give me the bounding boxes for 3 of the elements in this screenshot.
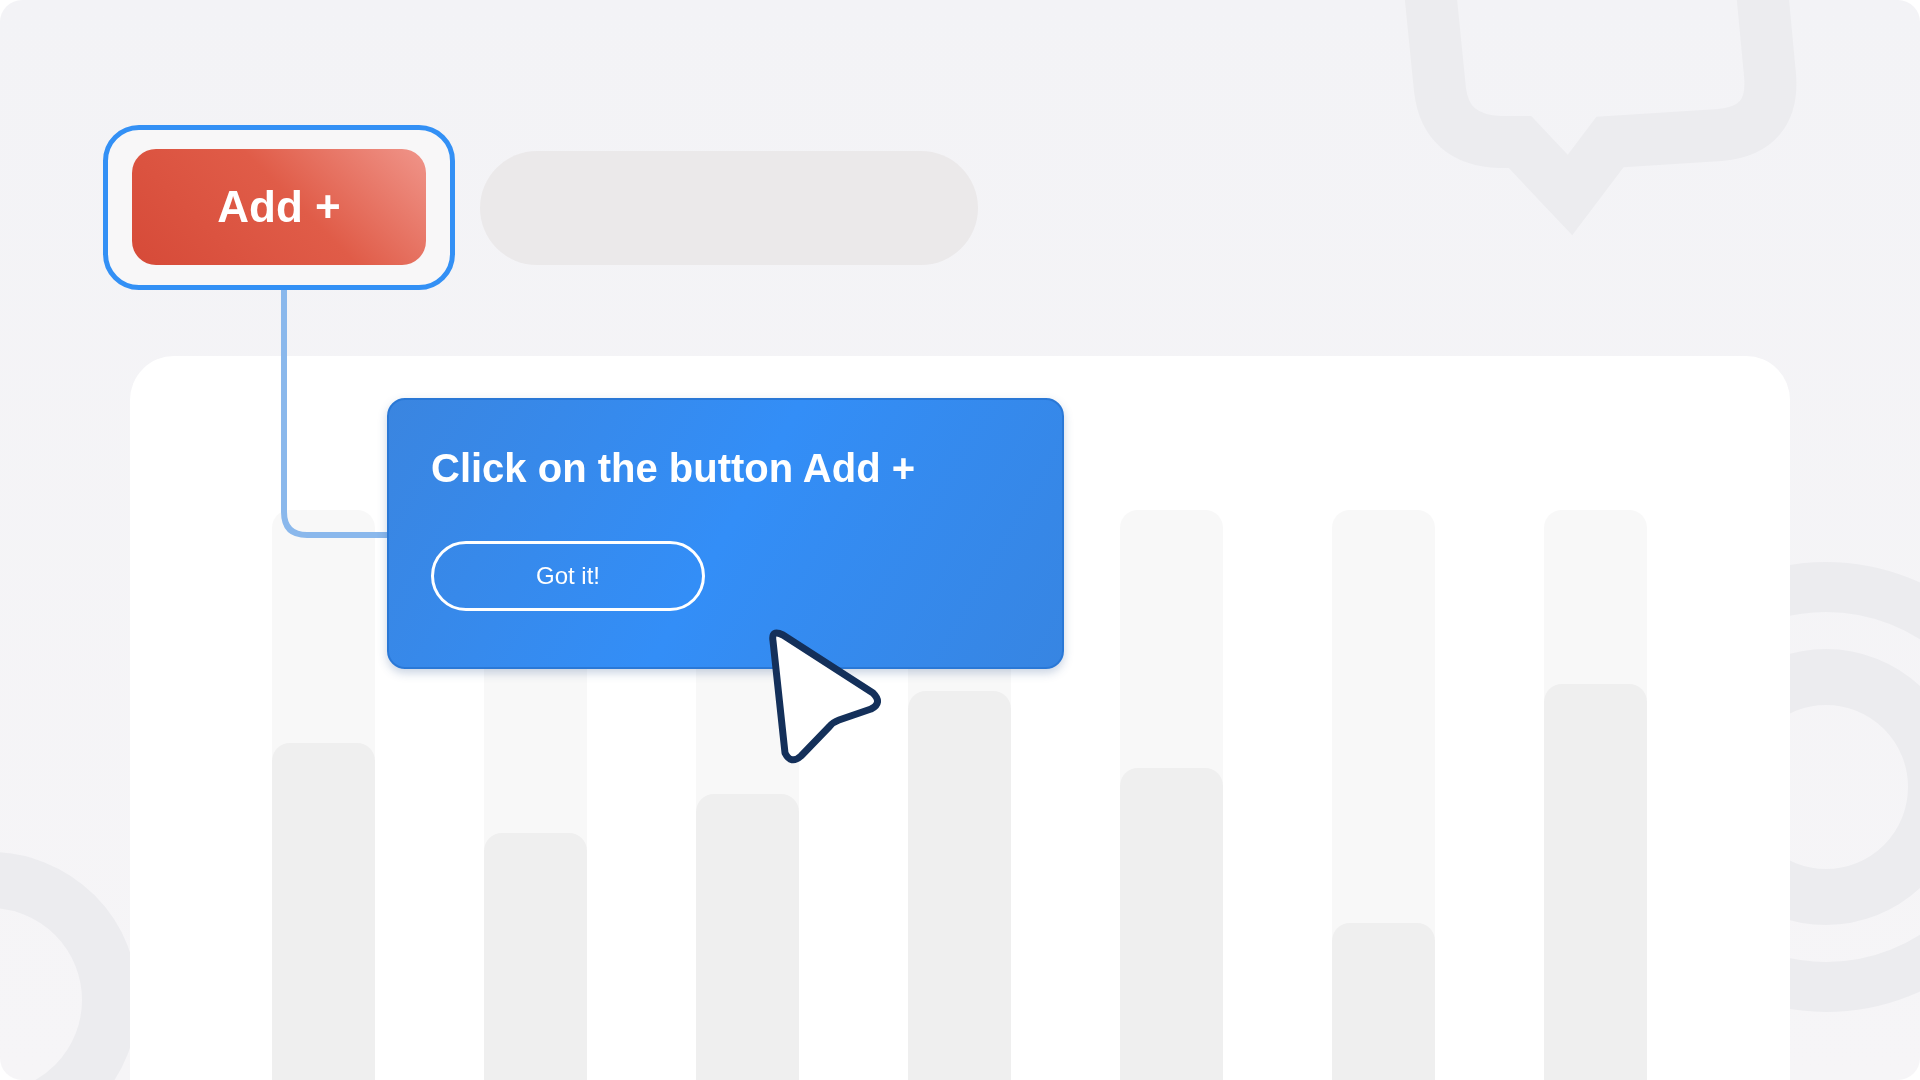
tooltip-title: Click on the button Add + — [431, 446, 916, 491]
got-it-button[interactable]: Got it! — [431, 541, 705, 611]
add-button[interactable]: Add + — [132, 149, 426, 265]
